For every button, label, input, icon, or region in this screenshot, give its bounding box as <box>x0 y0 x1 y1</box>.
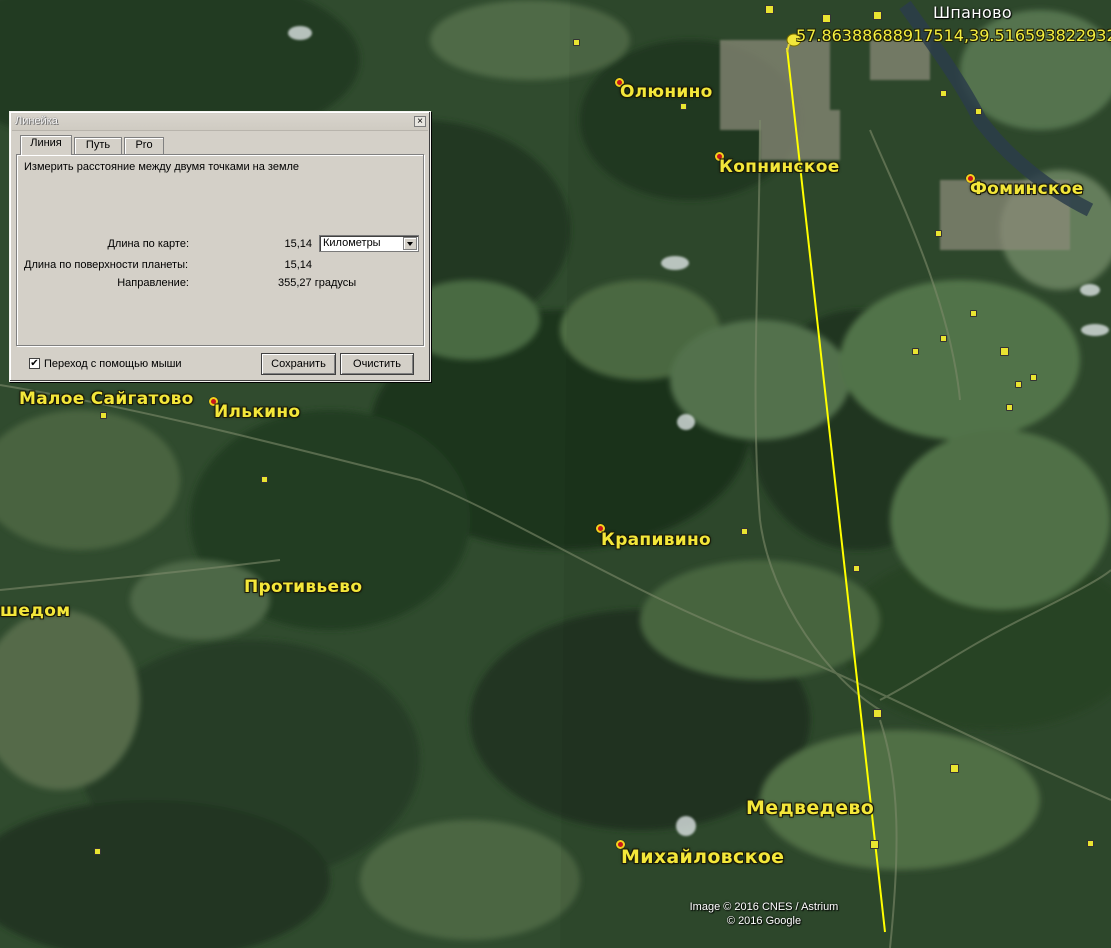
place-label[interactable]: Медведево <box>746 797 874 819</box>
poi-marker-icon[interactable] <box>912 348 919 355</box>
chevron-down-icon[interactable] <box>403 237 417 250</box>
copyright-line: Image © 2016 CNES / Astrium <box>689 901 839 913</box>
place-label[interactable]: Противьево <box>244 577 362 597</box>
place-label[interactable]: Крапивино <box>601 530 711 550</box>
map-length-label: Длина по карте: <box>107 238 189 250</box>
poi-marker-icon[interactable] <box>940 90 947 97</box>
place-label[interactable]: Илькино <box>214 402 300 422</box>
poi-marker-icon[interactable] <box>935 230 942 237</box>
poi-marker-icon[interactable] <box>1030 374 1037 381</box>
poi-marker-icon[interactable] <box>765 5 774 14</box>
coordinate-readout: 57.86388688917514,39.51659382293246 <box>796 26 1111 45</box>
place-label[interactable]: шедом <box>0 601 70 621</box>
ground-length-label: Длина по поверхности планеты: <box>24 259 189 271</box>
poi-marker-icon[interactable] <box>940 335 947 342</box>
heading-label: Направление: <box>117 277 189 289</box>
poi-marker-icon[interactable] <box>741 528 748 535</box>
poi-marker-icon[interactable] <box>100 412 107 419</box>
poi-marker-icon[interactable] <box>873 709 882 718</box>
copyright-notice: Image © 2016 CNES / Astrium © 2016 Googl… <box>668 900 860 928</box>
dialog-title: Линейка <box>15 115 58 127</box>
place-label[interactable]: Малое Сайгатово <box>19 389 194 409</box>
poi-marker-icon[interactable] <box>94 848 101 855</box>
mouse-nav-label: Переход с помощью мыши <box>44 358 182 370</box>
poi-marker-icon[interactable] <box>1000 347 1009 356</box>
place-label[interactable]: Олюнино <box>620 82 713 102</box>
poi-marker-icon[interactable] <box>853 565 860 572</box>
poi-marker-icon[interactable] <box>261 476 268 483</box>
place-label[interactable]: Михайловское <box>621 846 784 868</box>
tab-pro[interactable]: Pro <box>124 137 164 154</box>
poi-marker-icon[interactable] <box>870 840 879 849</box>
place-label[interactable]: Копнинское <box>719 157 840 177</box>
ruler-dialog: Линейка × Линия Путь Pro Измерить рассто… <box>9 111 431 382</box>
unit-select-value: Километры <box>323 237 381 249</box>
unit-select[interactable]: Километры <box>319 235 419 252</box>
poi-marker-icon[interactable] <box>1087 840 1094 847</box>
poi-marker-icon[interactable] <box>1015 381 1022 388</box>
ground-length-value: 15,14 <box>284 259 312 271</box>
poi-marker-icon[interactable] <box>822 14 831 23</box>
map-length-value: 15,14 <box>284 238 312 250</box>
ruler-description: Измерить расстояние между двумя точками … <box>24 161 300 173</box>
poi-marker-icon[interactable] <box>975 108 982 115</box>
tab-line[interactable]: Линия <box>20 135 72 155</box>
poi-marker-icon[interactable] <box>873 11 882 20</box>
dialog-titlebar[interactable]: Линейка × <box>12 114 428 131</box>
copyright-line: © 2016 Google <box>726 915 802 927</box>
clear-button[interactable]: Очистить <box>340 353 414 375</box>
poi-marker-icon[interactable] <box>970 310 977 317</box>
place-label[interactable]: Фоминское <box>970 179 1084 199</box>
heading-value: 355,27 градусы <box>278 277 357 289</box>
tab-path[interactable]: Путь <box>74 137 122 154</box>
poi-marker-icon[interactable] <box>680 103 687 110</box>
poi-marker-icon[interactable] <box>950 764 959 773</box>
poi-marker-icon[interactable] <box>1006 404 1013 411</box>
close-icon[interactable]: × <box>414 116 426 127</box>
mouse-nav-checkbox[interactable]: ✔ <box>29 358 40 369</box>
place-label[interactable]: Шпаново <box>933 3 1012 22</box>
poi-marker-icon[interactable] <box>573 39 580 46</box>
save-button[interactable]: Сохранить <box>261 353 336 375</box>
